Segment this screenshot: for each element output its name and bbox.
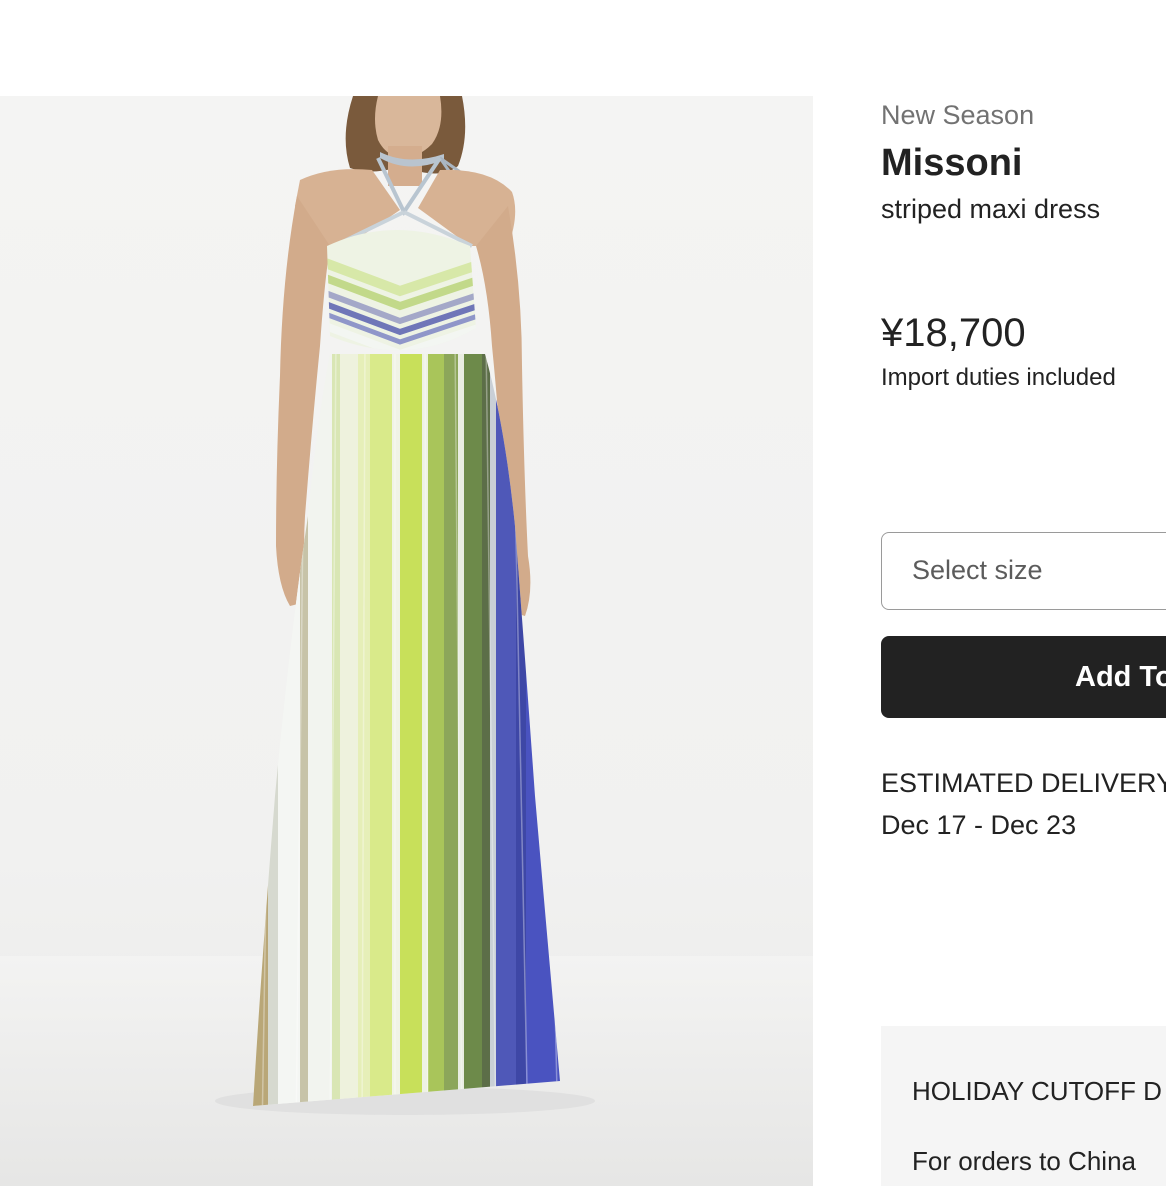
holiday-cutoff-notice: HOLIDAY CUTOFF D For orders to China	[881, 1026, 1166, 1186]
holiday-cutoff-text: For orders to China	[912, 1146, 1136, 1176]
product-image[interactable]	[0, 96, 813, 1186]
product-title: striped maxi dress	[881, 194, 1101, 224]
size-select-placeholder: Select size	[912, 555, 1043, 585]
product-page: New Season Missoni striped maxi dress ¥1…	[0, 0, 1166, 1186]
season-label: New Season	[881, 100, 1035, 130]
size-select[interactable]: Select size	[881, 532, 1166, 610]
brand-name[interactable]: Missoni	[881, 142, 1022, 185]
import-duties-note: Import duties included	[881, 364, 1116, 391]
estimated-delivery-label: ESTIMATED DELIVERY	[881, 768, 1166, 798]
estimated-delivery-dates: Dec 17 - Dec 23	[881, 810, 1077, 840]
product-price: ¥18,700	[881, 311, 1026, 355]
dress-photo-illustration	[0, 96, 813, 1186]
add-to-bag-button[interactable]: Add To	[881, 636, 1166, 718]
product-info-panel: New Season Missoni striped maxi dress ¥1…	[881, 96, 1166, 1186]
holiday-cutoff-title: HOLIDAY CUTOFF D	[912, 1076, 1162, 1106]
